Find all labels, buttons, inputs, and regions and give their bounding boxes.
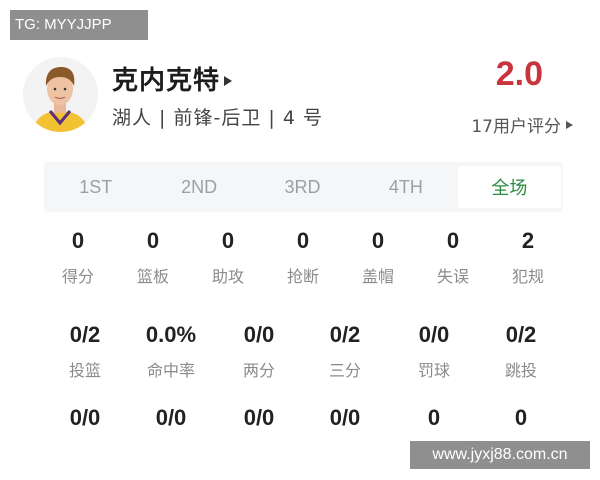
stat-blocks: 0 盖帽 (338, 228, 418, 287)
stat-value: 0/2 (69, 322, 101, 347)
stat-label: 两分 (242, 361, 275, 380)
stat-field-goals: 0/2 投篮 (40, 322, 130, 381)
stat-label: 跳投 (504, 361, 537, 380)
stat-fg-percentage: 0.0% 命中率 (126, 322, 216, 381)
stat-value: 0 (514, 405, 528, 430)
caret-right-icon (224, 75, 233, 86)
stat-label: 投篮 (68, 361, 101, 380)
stat-label: 盖帽 (361, 267, 394, 286)
stat-value: 0 (371, 228, 385, 253)
player-info: 湖人 | 前锋-后卫 | 4 号 (112, 107, 323, 129)
stat-value: 2 (521, 228, 535, 253)
stat-label: 得分 (61, 267, 94, 286)
player-name: 克内克特 (112, 66, 221, 96)
tab-4th[interactable]: 4TH (354, 162, 457, 212)
player-name-link[interactable]: 克内克特 (112, 60, 233, 97)
stat-extra-4: 0/0 (300, 405, 390, 431)
stat-value: 0/0 (243, 405, 275, 430)
stat-free-throws: 0/0 罚球 (389, 322, 479, 381)
stat-extra-3: 0/0 (214, 405, 304, 431)
stat-two-pointers: 0/0 两分 (214, 322, 304, 381)
tab-3rd[interactable]: 3RD (251, 162, 354, 212)
stat-extra-2: 0/0 (126, 405, 216, 431)
stat-rebounds: 0 篮板 (113, 228, 193, 287)
tab-1st[interactable]: 1ST (44, 162, 147, 212)
stat-value: 0/2 (329, 322, 361, 347)
stat-value: 0/2 (505, 322, 537, 347)
stat-fouls: 2 犯规 (488, 228, 568, 287)
stat-value: 0/0 (69, 405, 101, 430)
stat-steals: 0 抢断 (263, 228, 343, 287)
stat-assists: 0 助攻 (188, 228, 268, 287)
stat-extra-6: 0 (476, 405, 566, 431)
stat-extra-1: 0/0 (40, 405, 130, 431)
watermark-top: TG: MYYJJPP (10, 10, 148, 40)
stat-jump-shots: 0/2 跳投 (476, 322, 566, 381)
rating-count-link[interactable]: 17用户评分 (471, 112, 573, 137)
stat-value: 0/0 (155, 405, 187, 430)
stat-value: 0 (71, 228, 85, 253)
period-tabs: 1ST 2ND 3RD 4TH 全场 (44, 162, 563, 212)
stat-value: 0 (446, 228, 460, 253)
stat-extra-5: 0 (389, 405, 479, 431)
stat-value: 0 (296, 228, 310, 253)
stat-value: 0/0 (418, 322, 450, 347)
stat-label: 罚球 (417, 361, 450, 380)
stat-label: 失误 (436, 267, 469, 286)
stat-turnovers: 0 失误 (413, 228, 493, 287)
rating-count-label: 17用户评分 (471, 117, 561, 137)
player-avatar[interactable] (23, 57, 98, 132)
player-photo (23, 57, 98, 132)
caret-right-icon (566, 120, 573, 129)
rating-score: 2.0 (495, 55, 543, 93)
stat-value: 0 (427, 405, 441, 430)
stat-label: 命中率 (146, 361, 195, 380)
stat-three-pointers: 0/2 三分 (300, 322, 390, 381)
stat-label: 抢断 (286, 267, 319, 286)
stat-points: 0 得分 (38, 228, 118, 287)
stat-label: 三分 (328, 361, 361, 380)
stat-label: 助攻 (211, 267, 244, 286)
stat-value: 0.0% (145, 322, 197, 347)
stat-label: 篮板 (136, 267, 169, 286)
stat-label: 犯规 (511, 267, 544, 286)
tab-2nd[interactable]: 2ND (147, 162, 250, 212)
stat-value: 0/0 (329, 405, 361, 430)
tab-full-game[interactable]: 全场 (457, 166, 562, 208)
watermark-bottom: www.jyxj88.com.cn (410, 441, 590, 469)
stat-value: 0/0 (243, 322, 275, 347)
stat-value: 0 (146, 228, 160, 253)
stat-value: 0 (221, 228, 235, 253)
